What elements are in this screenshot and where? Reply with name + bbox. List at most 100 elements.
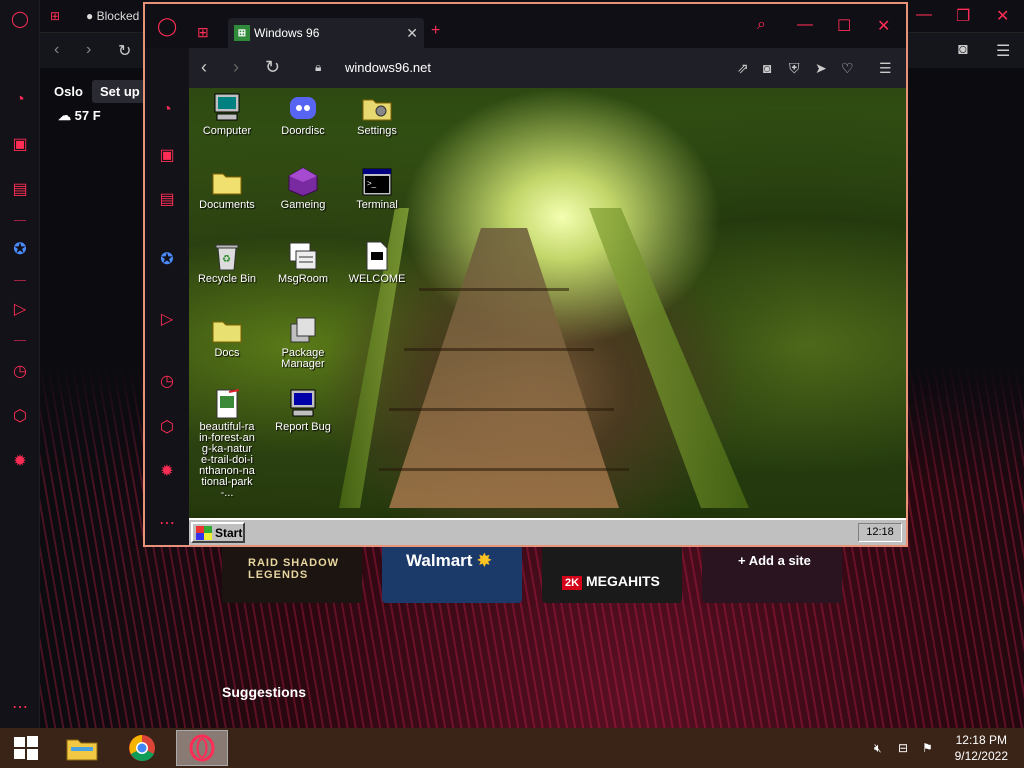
minimize-icon[interactable]: — bbox=[916, 6, 932, 24]
wallpaper-plank bbox=[389, 408, 614, 411]
wallpaper-path bbox=[389, 228, 619, 508]
maximize-icon[interactable]: ☐ bbox=[837, 16, 851, 36]
easy-setup-icon[interactable]: ☰ bbox=[879, 60, 892, 77]
background-tab-title: Blocked bbox=[96, 9, 140, 23]
desktop-icon-welcome[interactable]: WELCOME bbox=[339, 240, 415, 285]
history-icon[interactable]: ◷ bbox=[10, 362, 30, 382]
shopping-icon[interactable]: ▣ bbox=[10, 135, 30, 155]
system-clock[interactable]: 12:18 PM 9/12/2022 bbox=[955, 732, 1008, 764]
settings-gear-icon[interactable]: ✹ bbox=[157, 462, 177, 482]
start-button[interactable]: Start bbox=[191, 522, 245, 543]
camera-icon[interactable]: ◙ bbox=[958, 41, 968, 59]
desktop-icon-gameing[interactable]: Gameing bbox=[265, 166, 341, 211]
desktop-icon-label: Recycle Bin bbox=[197, 273, 257, 285]
weather-setup-button[interactable]: Set up bbox=[92, 80, 148, 103]
chrome-icon[interactable] bbox=[116, 730, 168, 766]
system-taskbar: 🔇︎ ⊟ ⚑ 12:18 PM 9/12/2022 bbox=[0, 728, 1024, 768]
settings-gear-icon[interactable]: ✹ bbox=[10, 452, 30, 472]
desktop-icon-label: WELCOME bbox=[348, 273, 406, 285]
windows-start-icon[interactable] bbox=[0, 730, 52, 766]
wallpaper-plank bbox=[379, 468, 629, 471]
heart-icon[interactable]: ♡ bbox=[841, 60, 854, 77]
speed-dial-tile-megahits[interactable]: 2K MEGAHITS bbox=[542, 545, 682, 603]
desktop-icon-settings[interactable]: Settings bbox=[339, 92, 415, 137]
new-tab-icon[interactable]: + bbox=[431, 22, 440, 40]
wallpaper-rail-right bbox=[589, 208, 749, 508]
opera-gx-taskbar-icon[interactable] bbox=[176, 730, 228, 766]
action-center-flag-icon[interactable]: ⚑ bbox=[922, 728, 933, 768]
more-dots-icon[interactable]: ⋯ bbox=[10, 698, 30, 718]
opera-logo-icon[interactable]: ◯ bbox=[10, 10, 30, 30]
walmart-spark-icon: ✸ bbox=[477, 551, 492, 570]
adblock-shield-icon[interactable]: ⛨ bbox=[789, 60, 800, 77]
url-field[interactable]: windows96.net bbox=[345, 60, 431, 75]
share-icon[interactable]: ⇗ bbox=[737, 60, 749, 77]
messenger-icon[interactable]: ✪ bbox=[10, 240, 30, 260]
folder-icon bbox=[211, 166, 243, 198]
speed-dial-icon[interactable]: ◔ bbox=[10, 90, 30, 110]
gamepad-icon[interactable]: ⊞ bbox=[50, 4, 60, 28]
windows96-clock[interactable]: 12:18 bbox=[858, 523, 902, 542]
snapshot-camera-icon[interactable]: ◙ bbox=[763, 60, 771, 76]
weather-city: Oslo bbox=[54, 84, 83, 99]
2k-logo-icon: 2K bbox=[562, 576, 583, 590]
desktop-icon-terminal[interactable]: >_ Terminal bbox=[339, 166, 415, 211]
reload-icon[interactable]: ↻ bbox=[265, 57, 280, 78]
desktop-icon-rainforest-image[interactable]: beautiful-rain-forest-ang-ka-nature-trai… bbox=[189, 388, 265, 499]
twitch-icon[interactable]: ▤ bbox=[157, 190, 177, 210]
speed-dial-add-site[interactable]: + Add a site bbox=[702, 545, 842, 603]
desktop-icon-report-bug[interactable]: Report Bug bbox=[265, 388, 341, 433]
desktop-icon-label: Gameing bbox=[280, 199, 326, 211]
more-dots-icon[interactable]: ⋯ bbox=[157, 514, 177, 534]
minimize-icon[interactable]: — bbox=[797, 16, 813, 34]
extensions-cube-icon[interactable]: ⬡ bbox=[10, 407, 30, 427]
send-icon[interactable]: ➤ bbox=[815, 60, 827, 77]
volume-muted-icon[interactable]: 🔇︎ bbox=[874, 728, 882, 768]
easy-setup-icon[interactable]: ☰ bbox=[996, 41, 1010, 61]
shopping-icon[interactable]: ▣ bbox=[157, 146, 177, 166]
close-icon[interactable]: ✕ bbox=[996, 6, 1009, 26]
back-icon[interactable]: ‹ bbox=[54, 41, 59, 59]
weather-temperature: ☁ 57 F bbox=[58, 108, 101, 124]
desktop-icon-label: Terminal bbox=[356, 199, 398, 211]
windows96-desktop[interactable]: Computer Documents ♻ Recycle Bin Docs be… bbox=[189, 88, 906, 518]
network-icon[interactable]: ⊟ bbox=[898, 728, 908, 768]
desktop-icon-recycle-bin[interactable]: ♻ Recycle Bin bbox=[189, 240, 265, 285]
opera-logo-icon[interactable]: ◯ bbox=[157, 16, 177, 37]
desktop-icon-docs[interactable]: Docs bbox=[189, 314, 265, 359]
speed-dial-tile-raid[interactable]: RAID SHADOW LEGENDS bbox=[222, 545, 362, 603]
gamepad-icon[interactable]: ⊞ bbox=[197, 24, 209, 41]
desktop-icon-computer[interactable]: Computer bbox=[189, 92, 265, 137]
player-icon[interactable]: ▷ bbox=[10, 300, 30, 320]
forward-icon[interactable]: › bbox=[86, 41, 91, 59]
wallpaper-plank bbox=[404, 348, 594, 351]
image-file-icon bbox=[211, 388, 243, 420]
restore-icon[interactable]: ❐ bbox=[956, 6, 970, 26]
close-icon[interactable]: ✕ bbox=[877, 16, 890, 36]
forward-icon[interactable]: › bbox=[233, 57, 239, 78]
suggestions-heading: Suggestions bbox=[222, 684, 307, 700]
reload-icon[interactable]: ↻ bbox=[118, 41, 131, 61]
desktop-icon-doordisc[interactable]: Doordisc bbox=[265, 92, 341, 137]
tile-label: 2K MEGAHITS bbox=[542, 545, 682, 590]
player-icon[interactable]: ▷ bbox=[157, 310, 177, 330]
desktop-icon-label: MsgRoom bbox=[277, 273, 329, 285]
file-explorer-icon[interactable] bbox=[56, 730, 108, 766]
desktop-icon-documents[interactable]: Documents bbox=[189, 166, 265, 211]
tile-label: Walmart ✸ bbox=[406, 551, 492, 570]
speed-dial-tile-walmart[interactable]: Walmart ✸ bbox=[382, 545, 522, 603]
messenger-icon[interactable]: ✪ bbox=[157, 250, 177, 270]
back-icon[interactable]: ‹ bbox=[201, 57, 207, 78]
speed-dial-icon[interactable]: ◔ bbox=[157, 100, 177, 120]
extensions-cube-icon[interactable]: ⬡ bbox=[157, 418, 177, 438]
desktop-icon-package-manager[interactable]: Package Manager bbox=[265, 314, 341, 370]
twitch-icon[interactable]: ▤ bbox=[10, 180, 30, 200]
history-icon[interactable]: ◷ bbox=[157, 372, 177, 392]
tab-close-icon[interactable]: ✕ bbox=[406, 25, 418, 42]
search-icon[interactable]: ⌕ bbox=[757, 16, 766, 34]
background-tab[interactable]: ● Blocked bbox=[86, 4, 139, 28]
desktop-icon-msgroom[interactable]: MsgRoom bbox=[265, 240, 341, 285]
popup-active-tab[interactable]: ⊞ Windows 96 ✕ bbox=[228, 18, 424, 48]
msgroom-icon bbox=[287, 240, 319, 272]
sidebar-separator bbox=[14, 280, 26, 281]
